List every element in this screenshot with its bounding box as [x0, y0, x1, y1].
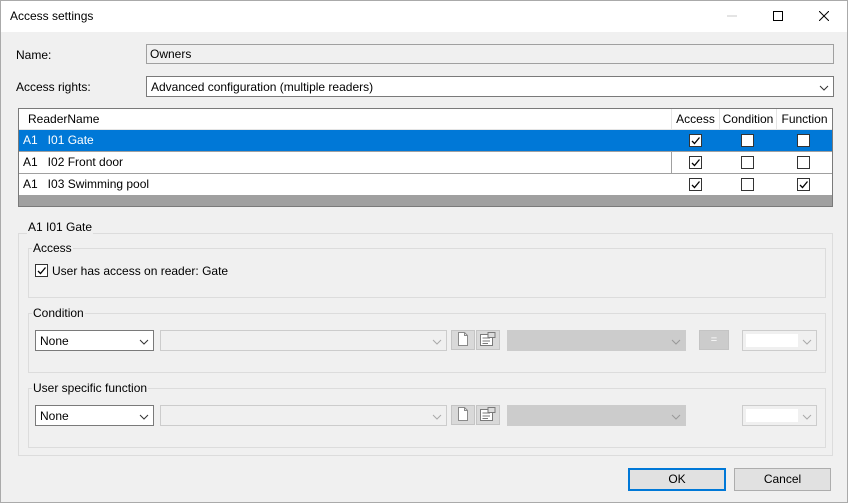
function-group-label: User specific function — [32, 381, 149, 395]
function-properties-button[interactable] — [476, 405, 500, 425]
window-title: Access settings — [10, 9, 94, 23]
chevron-down-icon — [432, 411, 442, 421]
condition-checkbox[interactable] — [741, 178, 754, 191]
equals-label: = — [710, 334, 718, 346]
condition-select[interactable]: None — [35, 330, 154, 351]
close-icon — [818, 10, 830, 24]
reader-name-cell: A1 I01 Gate — [23, 133, 94, 147]
column-divider — [671, 152, 672, 174]
condition-new-button[interactable] — [451, 330, 475, 350]
document-icon — [457, 331, 469, 349]
reader-name-cell: A1 I02 Front door — [23, 155, 124, 169]
access-rights-select[interactable]: Advanced configuration (multiple readers… — [146, 76, 834, 97]
function-checkbox[interactable] — [797, 134, 810, 147]
access-checkbox[interactable] — [689, 156, 702, 169]
name-label: Name: — [16, 48, 52, 62]
properties-icon — [480, 406, 496, 424]
chevron-down-icon — [139, 411, 149, 421]
chevron-down-icon — [819, 82, 829, 92]
reader-name-cell: A1 I03 Swimming pool — [23, 177, 150, 191]
ok-button[interactable]: OK — [628, 468, 726, 491]
document-icon — [457, 406, 469, 424]
access-checkbox[interactable] — [689, 178, 702, 191]
access-group-label: Access — [32, 241, 73, 255]
condition-value: None — [40, 334, 69, 348]
cancel-button[interactable]: Cancel — [734, 468, 831, 491]
grid-header: ReaderName Access Condition Function — [19, 109, 832, 130]
column-header-readername[interactable]: ReaderName — [19, 109, 671, 130]
condition-group-label: Condition — [32, 306, 85, 320]
close-button[interactable] — [801, 1, 847, 32]
readers-grid: ReaderName Access Condition Function A1 … — [18, 108, 833, 207]
chevron-down-icon — [432, 336, 442, 346]
function-checkbox[interactable] — [797, 178, 810, 191]
column-header-condition[interactable]: Condition — [719, 109, 776, 130]
name-field[interactable]: Owners — [146, 44, 834, 64]
maximize-icon — [773, 10, 783, 24]
function-operator-select[interactable] — [507, 405, 686, 426]
column-header-function[interactable]: Function — [776, 109, 832, 130]
condition-checkbox[interactable] — [741, 134, 754, 147]
chevron-down-icon — [671, 411, 681, 421]
condition-target-select[interactable] — [160, 330, 447, 351]
condition-value-box — [746, 334, 798, 347]
access-rights-label: Access rights: — [16, 80, 91, 94]
user-access-checkbox[interactable] — [35, 264, 48, 277]
minimize-button[interactable] — [709, 1, 755, 32]
chevron-down-icon — [139, 336, 149, 346]
access-checkbox[interactable] — [689, 134, 702, 147]
reader-detail-title: A1 I01 Gate — [27, 220, 94, 234]
function-target-select[interactable] — [160, 405, 447, 426]
function-value-select[interactable] — [742, 405, 817, 426]
title-bar: Access settings — [1, 1, 847, 32]
table-row[interactable]: A1 I01 Gate — [19, 130, 832, 152]
condition-operator-select[interactable] — [507, 330, 686, 351]
function-select[interactable]: None — [35, 405, 154, 426]
condition-checkbox[interactable] — [741, 156, 754, 169]
properties-icon — [480, 331, 496, 349]
function-value: None — [40, 409, 69, 423]
table-row[interactable]: A1 I02 Front door — [19, 152, 832, 174]
condition-value-select[interactable] — [742, 330, 817, 351]
access-settings-window: Access settings Name: Owners Access righ… — [0, 0, 848, 503]
condition-equals-button[interactable]: = — [699, 330, 729, 350]
minimize-icon — [727, 10, 737, 24]
user-access-label: User has access on reader: Gate — [52, 264, 229, 278]
function-value-box — [746, 409, 798, 422]
chevron-down-icon — [671, 336, 681, 346]
access-rights-value: Advanced configuration (multiple readers… — [151, 80, 374, 94]
chevron-down-icon — [802, 336, 812, 346]
chevron-down-icon — [802, 411, 812, 421]
function-new-button[interactable] — [451, 405, 475, 425]
function-checkbox[interactable] — [797, 156, 810, 169]
column-header-access[interactable]: Access — [671, 109, 719, 130]
table-row[interactable]: A1 I03 Swimming pool — [19, 174, 832, 196]
condition-properties-button[interactable] — [476, 330, 500, 350]
maximize-button[interactable] — [755, 1, 801, 32]
